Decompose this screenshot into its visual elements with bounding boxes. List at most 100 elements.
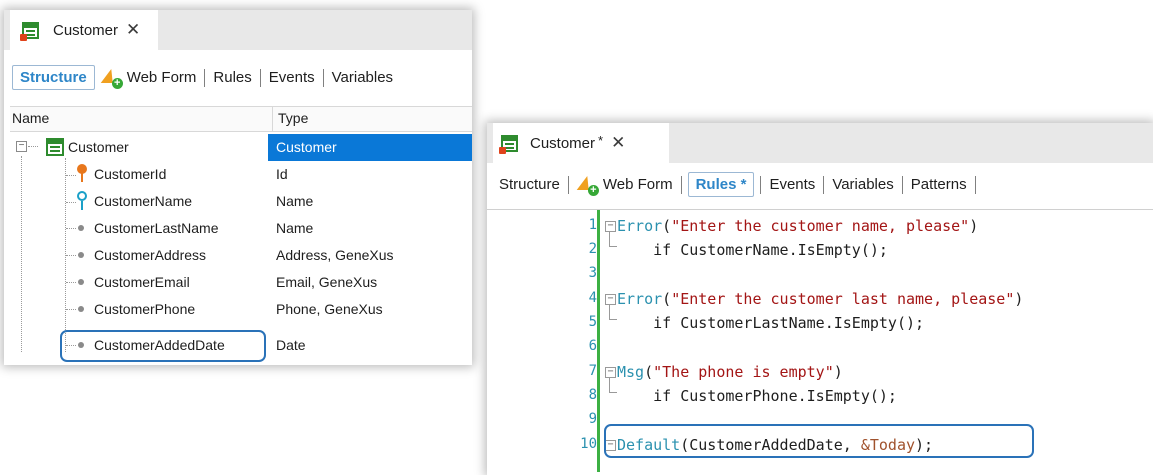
document-tab-strip: Customer * ✕	[487, 123, 1153, 163]
tab-title: Customer	[530, 134, 596, 152]
close-tab-icon[interactable]: ✕	[611, 133, 625, 153]
row-type: Address, GeneXus	[276, 247, 394, 263]
tab-rules[interactable]: Rules	[207, 69, 257, 86]
document-tab-strip: Customer ✕	[4, 10, 472, 50]
code-line: 3	[487, 262, 1153, 286]
code-line: 2 if CustomerName.IsEmpty();	[487, 238, 1153, 262]
structure-grid-header: Name Type	[10, 106, 472, 132]
line-number: 10	[580, 436, 597, 452]
row-type: Phone, GeneXus	[276, 301, 383, 317]
tab-title: Customer	[53, 21, 119, 39]
tab-patterns[interactable]: Patterns	[905, 176, 973, 193]
attribute-bullet-icon	[78, 252, 84, 258]
collapse-icon[interactable]: −	[16, 141, 27, 152]
tab-web-form[interactable]: + Web Form	[95, 68, 203, 89]
row-name: CustomerLastName	[94, 220, 219, 236]
transaction-icon	[20, 21, 39, 41]
row-type: Id	[276, 166, 288, 182]
tab-variables[interactable]: Variables	[826, 176, 899, 193]
tab-variables[interactable]: Variables	[326, 69, 399, 86]
tab-web-form-label: Web Form	[602, 176, 673, 193]
attribute-bullet-icon	[78, 225, 84, 231]
row-name: CustomerId	[94, 166, 167, 182]
row-name: CustomerAddress	[94, 247, 207, 263]
tree-row-customerid[interactable]: CustomerId Id	[10, 161, 472, 188]
line-number: 1	[588, 217, 597, 233]
tab-events[interactable]: Events	[763, 176, 821, 193]
code-text: if CustomerLastName.IsEmpty();	[617, 314, 925, 332]
tree-row-customeremail[interactable]: CustomerEmail Email, GeneXus	[10, 269, 472, 296]
line-number: 7	[588, 363, 597, 379]
primary-key-icon	[77, 164, 87, 182]
fold-toggle-icon[interactable]: −	[605, 221, 616, 232]
row-type: Name	[276, 193, 314, 209]
close-tab-icon[interactable]: ✕	[126, 20, 140, 40]
web-form-icon: +	[100, 68, 123, 89]
code-text: Msg("The phone is empty")	[617, 363, 843, 381]
fold-toggle-icon[interactable]: −	[605, 294, 616, 305]
code-text: if CustomerPhone.IsEmpty();	[617, 387, 897, 405]
line-number: 8	[588, 387, 597, 403]
row-name: CustomerPhone	[94, 301, 196, 317]
transaction-rules-panel: Customer * ✕ Structure + Web Form Rules …	[487, 123, 1153, 475]
line-number: 6	[588, 338, 597, 354]
tab-separator	[259, 68, 261, 87]
tab-separator	[322, 68, 324, 87]
code-text: Error("Enter the customer name, please")	[617, 217, 979, 235]
code-line: 5 if CustomerLastName.IsEmpty();	[487, 311, 1153, 335]
column-divider	[272, 107, 273, 131]
code-text: if CustomerName.IsEmpty();	[617, 241, 888, 259]
tab-separator	[567, 175, 569, 194]
row-type: Name	[276, 220, 314, 236]
attribute-bullet-icon	[78, 279, 84, 285]
description-attribute-icon	[77, 191, 87, 210]
tree-row-customername[interactable]: CustomerName Name	[10, 188, 472, 215]
highlight-box	[604, 424, 1034, 458]
code-text: Error("Enter the customer last name, ple…	[617, 290, 1024, 308]
tab-separator	[974, 175, 976, 194]
attribute-bullet-icon	[78, 306, 84, 312]
transaction-structure-panel: Customer ✕ Structure + Web Form Rules Ev…	[4, 10, 472, 365]
web-form-icon: +	[576, 175, 599, 196]
row-type: Customer	[276, 139, 337, 155]
tab-rules[interactable]: Rules *	[687, 172, 755, 197]
fold-toggle-icon[interactable]: −	[605, 367, 616, 378]
tab-web-form-label: Web Form	[126, 69, 197, 86]
customer-document-tab[interactable]: Customer * ✕	[493, 123, 669, 163]
row-name: CustomerEmail	[94, 274, 190, 290]
code-line: 1 − Error("Enter the customer name, plea…	[487, 214, 1153, 238]
customer-document-tab[interactable]: Customer ✕	[10, 10, 158, 50]
tree-row-customerphone[interactable]: CustomerPhone Phone, GeneXus	[10, 296, 472, 323]
tab-separator	[823, 175, 825, 194]
code-line: 4 − Error("Enter the customer last name,…	[487, 287, 1153, 311]
tab-separator	[760, 175, 762, 194]
tree-row-customeraddress[interactable]: CustomerAddress Address, GeneXus	[10, 242, 472, 269]
line-number: 4	[588, 290, 597, 306]
column-header-name[interactable]: Name	[12, 110, 49, 126]
object-part-tabs: Structure + Web Form Rules * Events Vari…	[499, 172, 978, 197]
row-type: Date	[276, 337, 306, 353]
line-number: 5	[588, 314, 597, 330]
line-number: 3	[588, 265, 597, 281]
column-header-type[interactable]: Type	[278, 110, 308, 126]
tree-row-customer[interactable]: − Customer Customer	[10, 134, 472, 161]
code-line: 7 − Msg("The phone is empty")	[487, 360, 1153, 384]
modified-indicator: *	[598, 132, 604, 148]
code-line: 8 if CustomerPhone.IsEmpty();	[487, 384, 1153, 408]
highlight-box	[60, 330, 266, 362]
line-number: 2	[588, 241, 597, 257]
row-name: CustomerName	[94, 193, 193, 209]
transaction-icon	[499, 134, 518, 154]
tree-row-customerlastname[interactable]: CustomerLastName Name	[10, 215, 472, 242]
tab-separator	[680, 175, 682, 194]
tab-separator	[901, 175, 903, 194]
row-type: Email, GeneXus	[276, 274, 378, 290]
line-number: 9	[588, 411, 597, 427]
tab-web-form[interactable]: + Web Form	[571, 175, 679, 196]
tab-separator	[204, 68, 206, 87]
object-part-tabs: Structure + Web Form Rules Events Variab…	[12, 65, 399, 90]
transaction-level-icon	[46, 138, 64, 156]
tab-structure[interactable]: Structure	[12, 65, 95, 90]
tab-events[interactable]: Events	[263, 69, 321, 86]
tab-structure[interactable]: Structure	[499, 176, 566, 193]
